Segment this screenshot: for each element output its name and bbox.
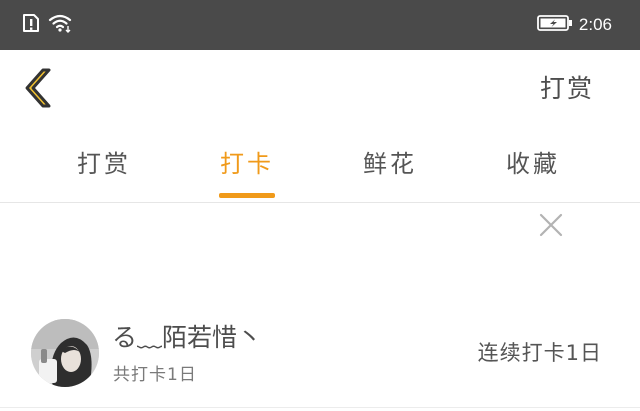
- battery-charging-icon: [537, 14, 573, 36]
- tab-label: 收藏: [506, 150, 560, 178]
- tab-bar: 打赏 打卡 鲜花 收藏: [0, 142, 640, 203]
- status-left-icons: [22, 14, 74, 36]
- wifi-icon: [48, 13, 74, 37]
- alert-icon: [22, 13, 40, 37]
- tab-checkin[interactable]: 打卡: [207, 142, 287, 200]
- list-item[interactable]: る﹏陌若惜丶 共打卡1日 连续打卡1日: [0, 315, 640, 408]
- streak-checkin-count: 连续打卡1日: [477, 341, 602, 365]
- status-right: 2:06: [537, 14, 612, 36]
- chevron-left-icon: [18, 68, 58, 118]
- screen: 2:06 打赏 打赏 打卡 鲜花 收藏 る﹏陌若惜丶 共打卡1日 连续打卡1日: [0, 0, 640, 411]
- close-button[interactable]: [536, 210, 566, 240]
- tab-label: 打赏: [77, 150, 131, 178]
- status-time: 2:06: [578, 15, 612, 34]
- tab-reward[interactable]: 打赏: [64, 142, 144, 200]
- tab-flowers[interactable]: 鲜花: [350, 142, 430, 200]
- tab-favorites[interactable]: 收藏: [493, 142, 573, 200]
- close-icon: [536, 213, 566, 244]
- back-button[interactable]: [18, 64, 58, 114]
- header-reward-button[interactable]: 打赏: [540, 72, 594, 106]
- tab-label: 打卡: [220, 150, 274, 178]
- status-bar: 2:06: [0, 0, 640, 50]
- header: 打赏: [0, 50, 640, 128]
- tab-label: 鲜花: [363, 150, 417, 178]
- tab-active-indicator: [219, 193, 275, 198]
- user-name: る﹏陌若惜丶: [112, 323, 263, 352]
- avatar[interactable]: [31, 319, 99, 387]
- total-checkin-count: 共打卡1日: [113, 365, 197, 385]
